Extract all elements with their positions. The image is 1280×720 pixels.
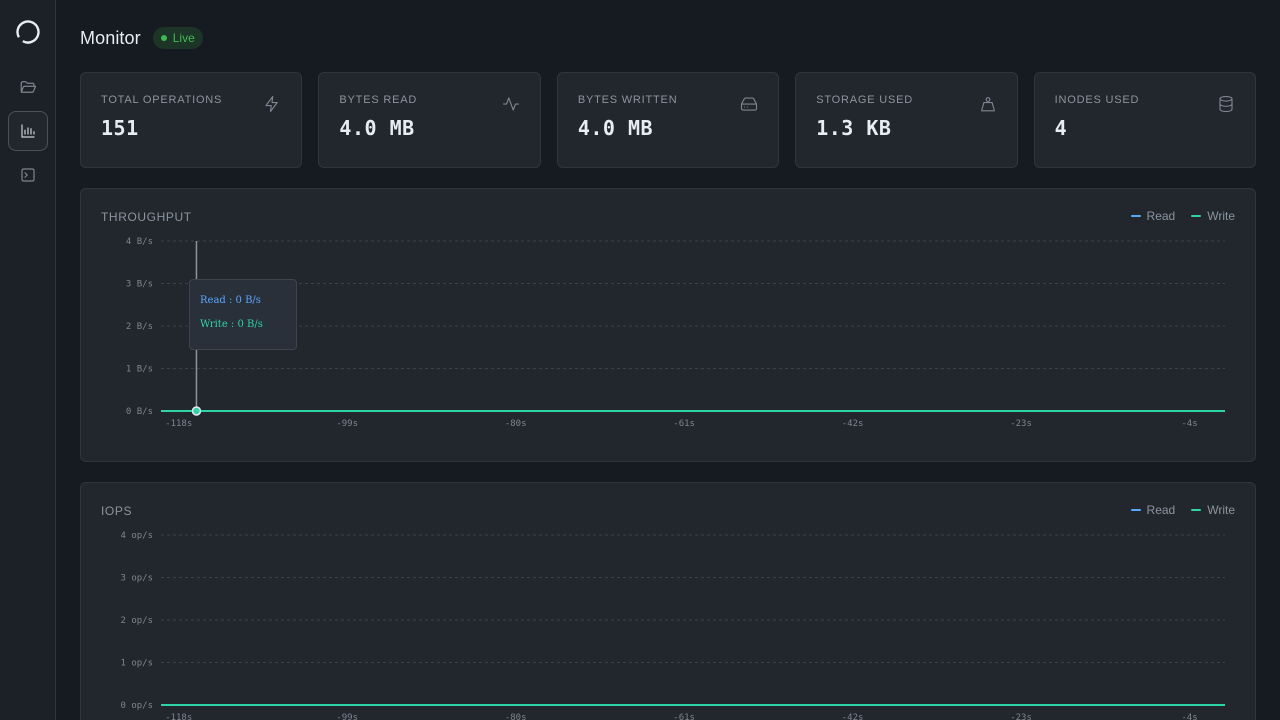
stat-card-bytes-read: BYTES READ 4.0 MB	[318, 72, 541, 168]
stat-card-bytes-written: BYTES WRITTEN 4.0 MB	[556, 72, 780, 168]
x-tick-label: -118s	[165, 419, 192, 429]
y-tick-label: 0 op/s	[120, 701, 153, 711]
x-tick-label: -80s	[505, 419, 527, 429]
stat-card-total-operations: TOTAL OPERATIONS 151	[80, 72, 303, 168]
bar-chart-icon	[20, 124, 35, 138]
stat-card-storage-used: STORAGE USED 1.3 KB	[795, 72, 1018, 168]
x-tick-label: -61s	[673, 419, 695, 429]
y-tick-label: 2 op/s	[120, 616, 153, 626]
x-tick-label: -42s	[842, 419, 864, 429]
y-tick-label: 1 op/s	[120, 659, 153, 669]
stat-label: BYTES READ	[339, 94, 418, 106]
x-tick-label: -4s	[1181, 713, 1197, 720]
database-icon	[1219, 95, 1233, 113]
stat-value: 4	[1054, 116, 1068, 140]
x-tick-label: -99s	[336, 713, 358, 720]
x-tick-label: -42s	[842, 713, 864, 720]
stat-value: 4.0 MB	[577, 116, 654, 140]
x-tick-label: -61s	[673, 713, 695, 720]
terminal-icon	[20, 168, 35, 182]
y-tick-label: 3 op/s	[120, 574, 153, 584]
sidebar-item-terminal[interactable]	[8, 155, 48, 195]
iops-chart: IOPS Read Write 0 op/s 1 op/s 2 op/s 3 op/s…	[80, 482, 1256, 720]
sidebar-item-files[interactable]	[8, 67, 48, 107]
stat-label: STORAGE USED	[816, 94, 914, 106]
chart-plot[interactable]: 0 op/s 1 op/s 2 op/s 3 op/s 4 op/s -118s -99s -…	[81, 483, 1255, 720]
throughput-chart: THROUGHPUT Read Write 0 B/s 1 B/s 2 B/s 3 B…	[80, 188, 1256, 462]
tooltip-write: Write : 0 B/s	[200, 319, 263, 330]
stat-label: TOTAL OPERATIONS	[101, 94, 223, 106]
sidebar	[0, 0, 56, 720]
x-tick-label: -4s	[1181, 419, 1197, 429]
stat-value: 4.0 MB	[339, 116, 415, 140]
zap-icon	[265, 95, 279, 113]
sidebar-nav	[7, 67, 48, 195]
stat-value: 151	[101, 116, 139, 140]
x-tick-label: -23s	[1010, 419, 1032, 429]
y-tick-label: 2 B/s	[126, 322, 153, 332]
y-tick-label: 4 B/s	[126, 237, 153, 247]
hover-marker	[191, 406, 202, 416]
weight-icon	[980, 97, 995, 112]
x-tick-label: -23s	[1010, 713, 1032, 720]
live-badge-label: Live	[172, 31, 195, 45]
stats-row: TOTAL OPERATIONS 151 BYTES READ 4.0 MB B…	[80, 72, 1257, 168]
page-title: Monitor	[80, 27, 141, 48]
sidebar-item-monitor[interactable]	[7, 111, 48, 151]
tooltip-read: Read : 0 B/s	[200, 295, 261, 306]
live-badge: Live	[152, 27, 203, 49]
page-header: Monitor Live	[80, 0, 1256, 72]
stat-card-inodes-used: INODES USED 4	[1033, 72, 1257, 168]
logo-icon[interactable]	[15, 19, 41, 45]
chart-tooltip: Read : 0 B/s Write : 0 B/s	[189, 279, 297, 350]
folder-open-icon	[20, 81, 36, 93]
stat-label: BYTES WRITTEN	[577, 94, 678, 106]
y-tick-label: 3 B/s	[126, 280, 153, 290]
live-dot-icon	[160, 35, 167, 41]
y-tick-label: 4 op/s	[120, 531, 153, 541]
y-tick-label: 0 B/s	[126, 407, 153, 417]
main-content: Monitor Live TOTAL OPERATIONS 151 BYTES …	[56, 0, 1280, 720]
x-tick-label: -80s	[505, 713, 527, 720]
activity-icon	[502, 97, 519, 111]
stat-label: INODES USED	[1054, 94, 1140, 106]
x-tick-label: -118s	[165, 713, 192, 720]
hard-drive-icon	[741, 97, 758, 111]
stat-value: 1.3 KB	[816, 116, 892, 140]
x-tick-label: -99s	[336, 419, 358, 429]
y-tick-label: 1 B/s	[126, 365, 153, 375]
